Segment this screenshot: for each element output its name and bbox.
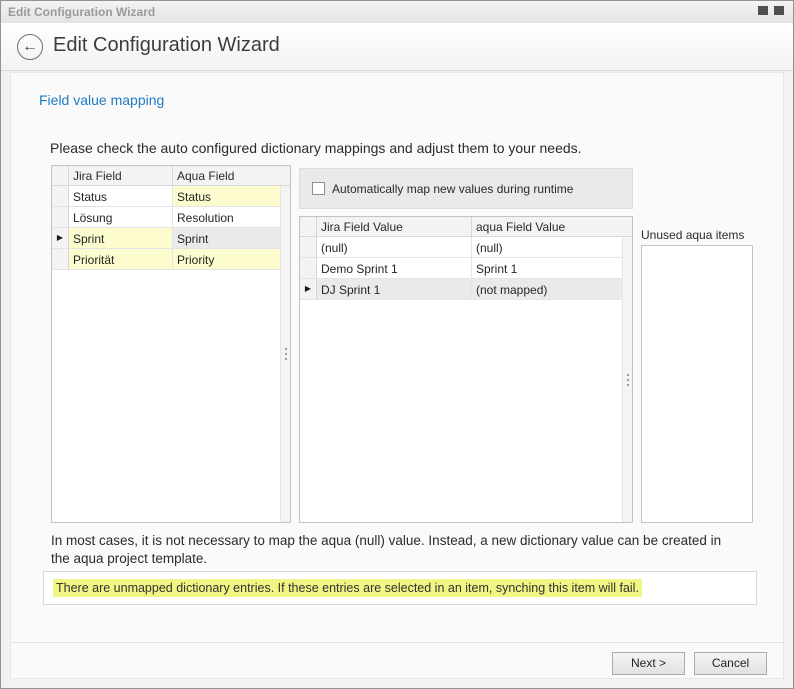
close-icon[interactable] xyxy=(774,6,784,15)
runtime-map-checkbox-label: Automatically map new values during runt… xyxy=(332,182,573,196)
table-cell[interactable]: (null) xyxy=(317,237,472,258)
row-selector[interactable] xyxy=(300,258,317,279)
table-row[interactable]: (null) (null) xyxy=(300,237,632,258)
table-row[interactable]: Lösung Resolution xyxy=(52,207,290,228)
column-header-aqua-field-value[interactable]: aqua Field Value xyxy=(472,217,632,237)
cancel-button[interactable]: Cancel xyxy=(694,652,767,675)
warning-box: There are unmapped dictionary entries. I… xyxy=(43,571,757,605)
back-arrow-icon: ← xyxy=(22,38,38,56)
value-mapping-table: Jira Field Value aqua Field Value (null)… xyxy=(299,216,633,523)
title-bar: Edit Configuration Wizard xyxy=(1,1,793,23)
instruction-text: Please check the auto configured diction… xyxy=(50,140,582,156)
footer-divider xyxy=(11,642,783,643)
minimize-icon[interactable] xyxy=(758,6,768,15)
row-selector-header xyxy=(300,217,317,237)
next-button[interactable]: Next > xyxy=(612,652,685,675)
note-text: In most cases, it is not necessary to ma… xyxy=(51,532,741,568)
page-title: Edit Configuration Wizard xyxy=(53,34,280,57)
table-cell[interactable]: Sprint 1 xyxy=(472,258,632,279)
runtime-option-panel: Automatically map new values during runt… xyxy=(299,168,633,209)
column-header-jira-field[interactable]: Jira Field xyxy=(69,166,173,186)
runtime-map-checkbox[interactable] xyxy=(312,182,325,195)
table-cell[interactable]: Demo Sprint 1 xyxy=(317,258,472,279)
table-cell[interactable]: Priorität xyxy=(69,249,173,270)
table-cell[interactable]: (not mapped) xyxy=(472,279,632,300)
vertical-scrollbar[interactable] xyxy=(280,186,290,522)
row-selector[interactable] xyxy=(300,237,317,258)
table-cell[interactable]: Lösung xyxy=(69,207,173,228)
row-selector[interactable] xyxy=(52,207,69,228)
row-selector[interactable] xyxy=(52,186,69,207)
table-row[interactable]: Demo Sprint 1 Sprint 1 xyxy=(300,258,632,279)
table-cell[interactable]: (null) xyxy=(472,237,632,258)
current-row-icon: ▶ xyxy=(57,234,63,242)
table-cell[interactable]: Status xyxy=(173,186,290,207)
table-cell[interactable]: Sprint xyxy=(173,228,290,249)
table-row-selected[interactable]: ▶ DJ Sprint 1 (not mapped) xyxy=(300,279,632,300)
table-cell[interactable]: Resolution xyxy=(173,207,290,228)
unused-aqua-items-label: Unused aqua items xyxy=(641,228,744,242)
current-row-icon: ▶ xyxy=(305,285,311,293)
table-row[interactable]: Priorität Priority xyxy=(52,249,290,270)
edit-configuration-wizard-window: Edit Configuration Wizard ← Edit Configu… xyxy=(0,0,794,689)
field-mapping-table: Jira Field Aqua Field Status Status Lösu… xyxy=(51,165,291,523)
back-button[interactable]: ← xyxy=(17,34,43,60)
table-cell[interactable]: Sprint xyxy=(69,228,173,249)
window-title: Edit Configuration Wizard xyxy=(8,5,155,19)
table-cell[interactable]: Status xyxy=(69,186,173,207)
column-header-aqua-field[interactable]: Aqua Field xyxy=(173,166,290,186)
row-selector[interactable] xyxy=(52,249,69,270)
row-selector[interactable]: ▶ xyxy=(52,228,69,249)
warning-text: There are unmapped dictionary entries. I… xyxy=(53,579,642,597)
table-cell[interactable]: DJ Sprint 1 xyxy=(317,279,472,300)
row-selector[interactable]: ▶ xyxy=(300,279,317,300)
field-table-header: Jira Field Aqua Field xyxy=(52,166,290,186)
table-row[interactable]: Status Status xyxy=(52,186,290,207)
vertical-scrollbar[interactable] xyxy=(622,237,632,522)
unused-aqua-items-list[interactable] xyxy=(641,245,753,523)
section-title: Field value mapping xyxy=(39,92,164,108)
table-row-selected[interactable]: ▶ Sprint Sprint xyxy=(52,228,290,249)
column-header-jira-field-value[interactable]: Jira Field Value xyxy=(317,217,472,237)
table-cell[interactable]: Priority xyxy=(173,249,290,270)
window-controls xyxy=(758,6,784,15)
row-selector-header xyxy=(52,166,69,186)
value-table-header: Jira Field Value aqua Field Value xyxy=(300,217,632,237)
